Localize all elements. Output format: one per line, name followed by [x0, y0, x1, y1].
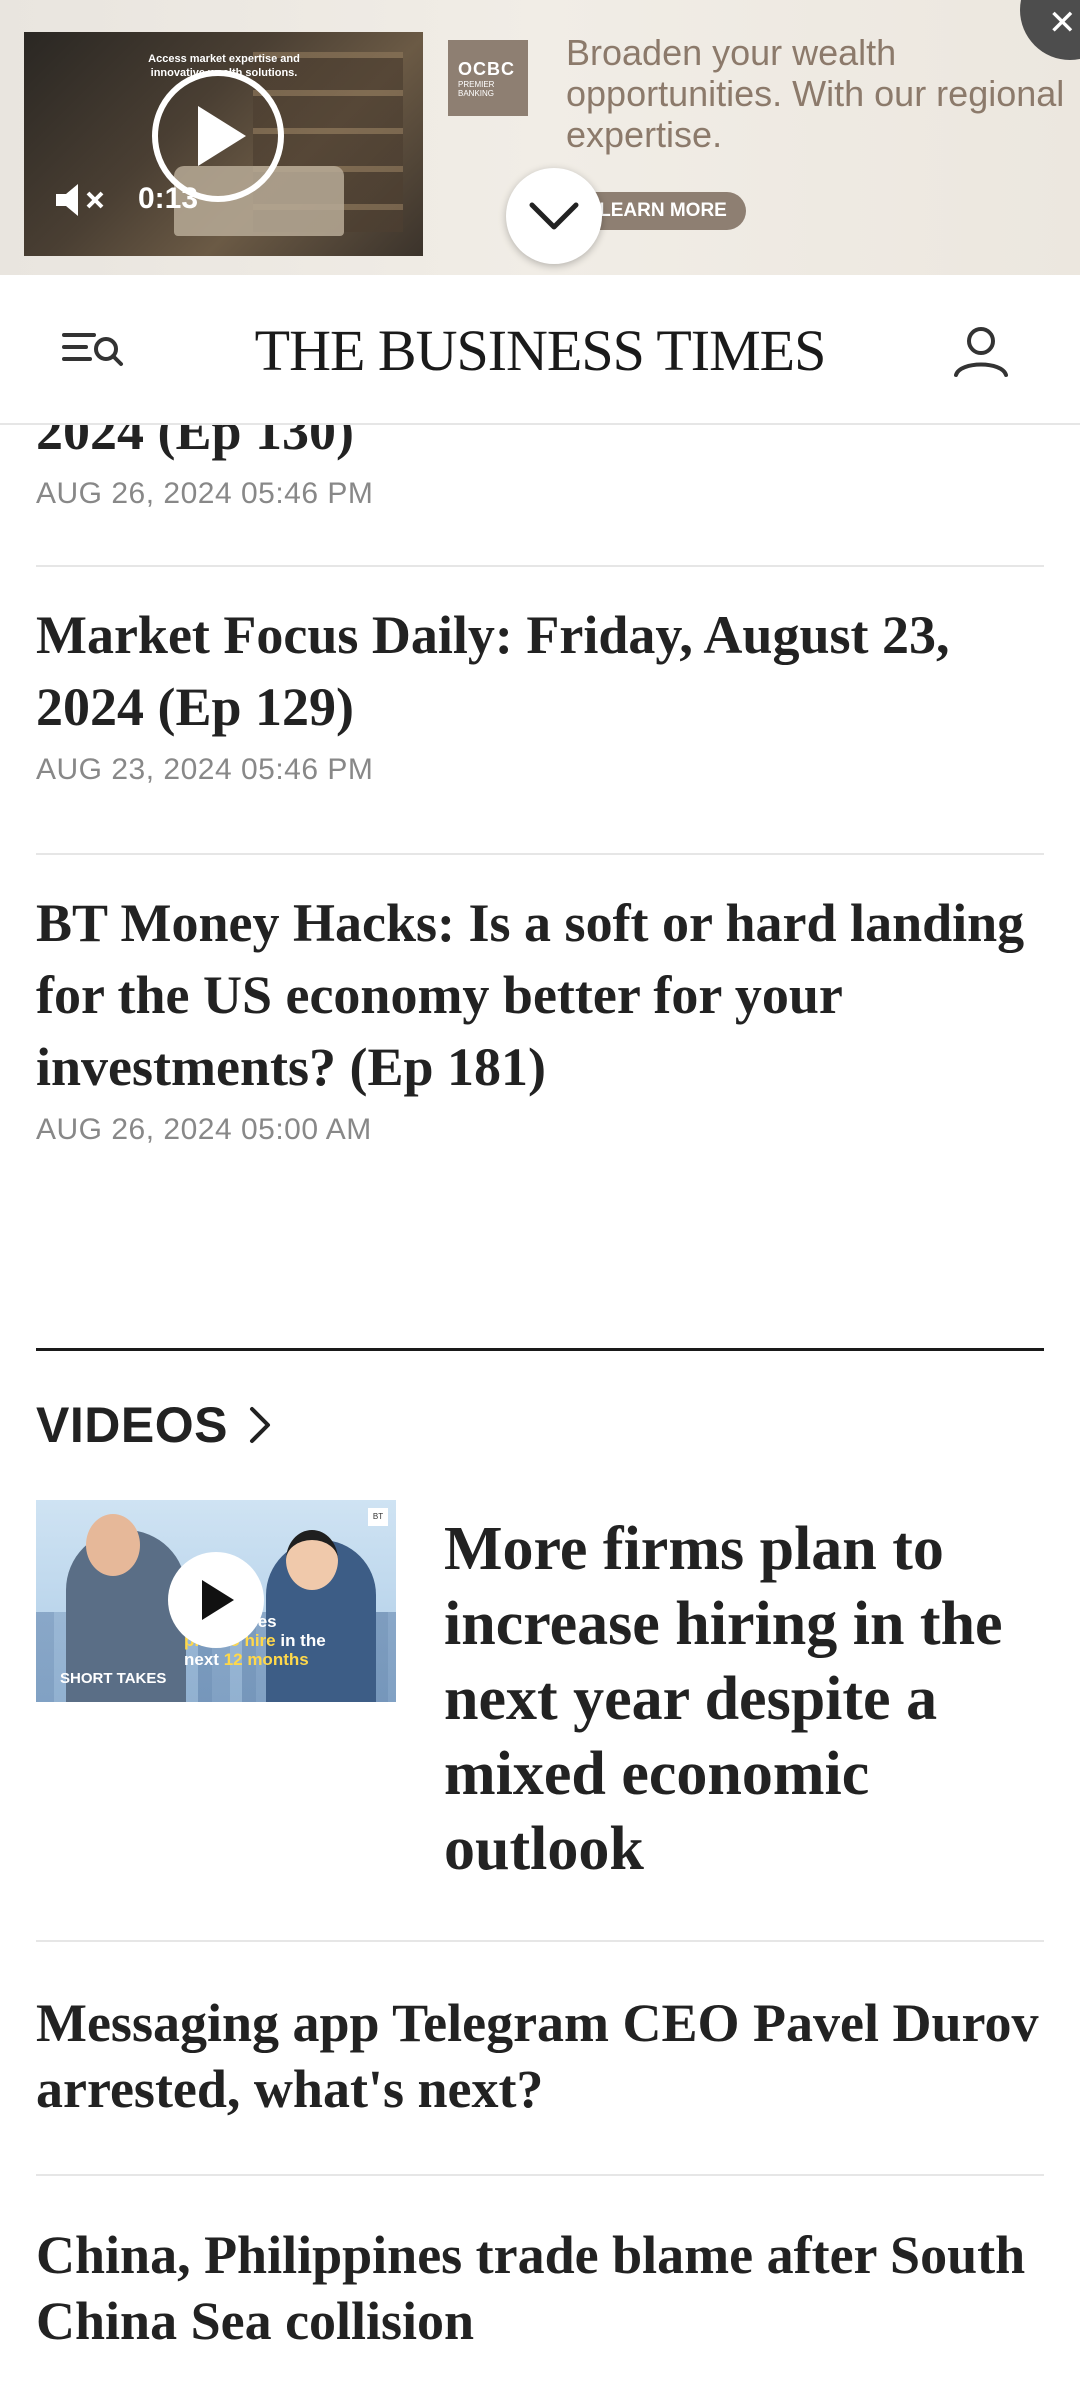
article-title[interactable]: Market Focus Daily: Friday, August 23, 2…	[36, 599, 1044, 743]
account-button[interactable]	[952, 323, 1010, 381]
list-item[interactable]: Market Focus Daily: Friday, August 23, 2…	[36, 567, 1044, 855]
list-item[interactable]: Messaging app Telegram CEO Pavel Durov a…	[36, 1990, 1044, 2176]
chevron-right-icon	[249, 1407, 270, 1443]
section-title: VIDEOS	[36, 1397, 228, 1453]
ad-brand-logo: OCBC PREMIER BANKING	[448, 40, 528, 116]
thumbnail-caption-4: next	[184, 1650, 224, 1669]
article-date: AUG 26, 2024 05:46 PM	[36, 477, 374, 510]
videos-section-link[interactable]: VIDEOS	[36, 1390, 272, 1460]
article-date: AUG 26, 2024 05:00 AM	[36, 1113, 372, 1146]
ad-brand-line1: OCBC	[458, 58, 515, 79]
video-thumbnail[interactable]: businesses plan to hire in the next 12 m…	[36, 1500, 396, 1702]
user-icon	[954, 327, 1008, 377]
list-item[interactable]: China, Philippines trade blame after Sou…	[36, 2222, 1044, 2400]
list-item[interactable]: BT Money Hacks: Is a soft or hard landin…	[36, 855, 1044, 1215]
ad-brand-line3: BANKING	[458, 88, 495, 98]
chevron-down-icon	[529, 202, 579, 230]
thumbnail-figure-woman-head	[286, 1530, 338, 1590]
ad-video-time: 0:13	[138, 182, 199, 215]
article-date: AUG 23, 2024 05:46 PM	[36, 753, 374, 786]
thumbnail-figure-man-head	[86, 1514, 140, 1576]
site-logo[interactable]: THE BUSINESS TIMES	[0, 317, 1080, 384]
thumbnail-caption-5: 12 months	[223, 1650, 309, 1669]
video-title[interactable]: Messaging app Telegram CEO Pavel Durov a…	[36, 1990, 1044, 2122]
close-icon: ✕	[1048, 3, 1077, 43]
thumbnail-badge: BT	[368, 1508, 388, 1526]
featured-video[interactable]: businesses plan to hire in the next 12 m…	[36, 1500, 1044, 1942]
section-divider	[36, 1348, 1044, 1351]
article-list: 2024 (Ep 130) AUG 26, 2024 05:46 PM Mark…	[36, 401, 1044, 1215]
ad-banner[interactable]: Access market expertise and innovative w…	[0, 0, 1080, 275]
ad-video[interactable]: Access market expertise and innovative w…	[24, 32, 423, 256]
ad-brand-line2: PREMIER	[458, 79, 495, 89]
video-title[interactable]: More firms plan to increase hiring in th…	[444, 1512, 1044, 1887]
play-icon[interactable]	[168, 1552, 264, 1648]
mute-icon[interactable]	[54, 180, 110, 220]
article-title[interactable]: BT Money Hacks: Is a soft or hard landin…	[36, 887, 1044, 1103]
video-title[interactable]: China, Philippines trade blame after Sou…	[36, 2222, 1044, 2354]
ad-headline: Broaden your wealth opportunities. With …	[566, 32, 1065, 155]
site-header: THE BUSINESS TIMES	[0, 275, 1080, 425]
thumbnail-brand: SHORT TAKES	[60, 1670, 167, 1687]
thumbnail-caption-3: in the	[275, 1631, 326, 1650]
ad-collapse-button[interactable]	[506, 168, 602, 264]
